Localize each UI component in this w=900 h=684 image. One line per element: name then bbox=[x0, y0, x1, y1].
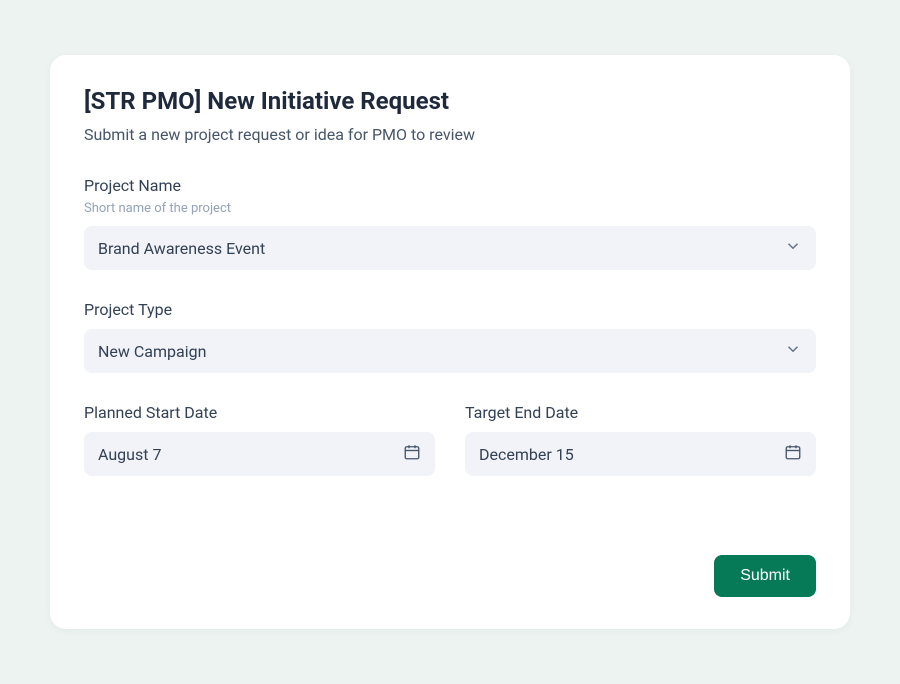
chevron-down-icon bbox=[784, 340, 802, 362]
start-date-input[interactable]: August 7 bbox=[84, 432, 435, 476]
project-type-select[interactable]: New Campaign bbox=[84, 329, 816, 373]
project-type-label: Project Type bbox=[84, 300, 816, 319]
form-footer: Submit bbox=[84, 555, 816, 597]
end-date-input[interactable]: December 15 bbox=[465, 432, 816, 476]
form-card: [STR PMO] New Initiative Request Submit … bbox=[50, 55, 850, 629]
project-name-select[interactable]: Brand Awareness Event bbox=[84, 226, 816, 270]
end-date-label: Target End Date bbox=[465, 403, 816, 422]
form-subtitle: Submit a new project request or idea for… bbox=[84, 125, 816, 144]
submit-button[interactable]: Submit bbox=[714, 555, 816, 597]
start-date-value: August 7 bbox=[98, 445, 161, 464]
project-name-field: Project Name Short name of the project B… bbox=[84, 176, 816, 270]
start-date-label: Planned Start Date bbox=[84, 403, 435, 422]
start-date-field: Planned Start Date August 7 bbox=[84, 403, 435, 476]
project-type-value: New Campaign bbox=[98, 342, 206, 361]
chevron-down-icon bbox=[784, 237, 802, 259]
project-type-field: Project Type New Campaign bbox=[84, 300, 816, 373]
form-title: [STR PMO] New Initiative Request bbox=[84, 87, 816, 115]
calendar-icon bbox=[784, 443, 802, 465]
project-name-label: Project Name bbox=[84, 176, 816, 195]
end-date-field: Target End Date December 15 bbox=[465, 403, 816, 476]
calendar-icon bbox=[403, 443, 421, 465]
project-name-value: Brand Awareness Event bbox=[98, 239, 265, 258]
project-name-hint: Short name of the project bbox=[84, 201, 816, 216]
end-date-value: December 15 bbox=[479, 445, 574, 464]
date-row: Planned Start Date August 7 Target End D… bbox=[84, 403, 816, 506]
form-body: Project Name Short name of the project B… bbox=[84, 176, 816, 555]
